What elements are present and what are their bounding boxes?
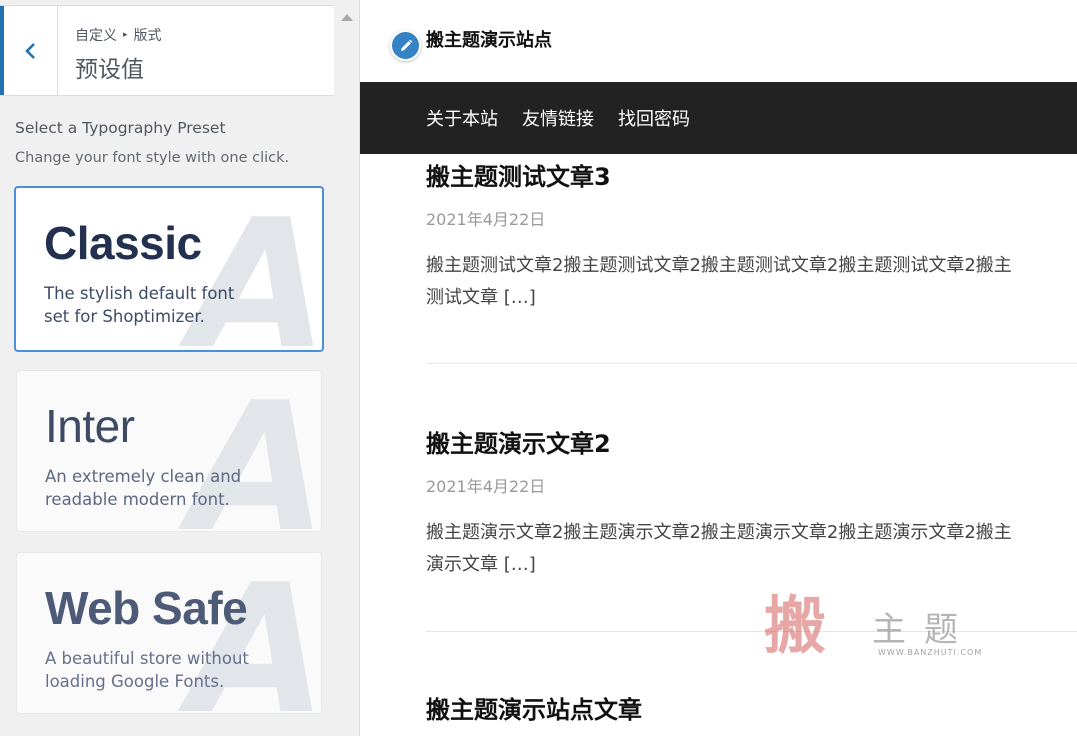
back-button[interactable] xyxy=(0,6,58,95)
post-date: 2021年4月22日 xyxy=(426,210,546,229)
post-excerpt: 搬主题演示文章2搬主题演示文章2搬主题演示文章2搬主题演示文章2搬主 演示文章 … xyxy=(426,517,1077,581)
scroll-up-arrow-icon[interactable] xyxy=(341,14,353,21)
post-divider xyxy=(426,363,1077,364)
post-item: 搬主题演示站点文章 xyxy=(426,690,1077,725)
post-divider xyxy=(426,631,1077,632)
post-date: 2021年4月22日 xyxy=(426,477,546,496)
post-item: 搬主题演示文章2 2021年4月22日 搬主题演示文章2搬主题演示文章2搬主题演… xyxy=(426,424,1077,581)
site-header: 搬主题演示站点 xyxy=(360,0,1077,82)
site-watermark-logo: 搬 主题 WWW.BANZHUTI.COM xyxy=(764,592,1004,664)
breadcrumb-parent: 自定义 xyxy=(75,28,117,44)
preset-description: The stylish default font set for Shoptim… xyxy=(44,284,235,326)
breadcrumb: 自定义 ▸ 版式 xyxy=(75,25,162,45)
pencil-icon xyxy=(400,39,412,51)
post-title-link[interactable]: 搬主题测试文章3 xyxy=(426,157,1077,192)
preset-watermark-letter: A xyxy=(190,186,324,352)
nav-link-about[interactable]: 关于本站 xyxy=(426,105,498,131)
post-excerpt-line: 演示文章 […] xyxy=(426,554,536,575)
primary-navigation: 关于本站 友情链接 找回密码 xyxy=(360,82,1077,154)
section-header: 自定义 ▸ 版式 预设值 xyxy=(0,6,334,96)
edit-shortcut-pencil-icon[interactable] xyxy=(390,30,421,61)
site-preview: 搬主题演示站点 关于本站 友情链接 找回密码 搬主题测试文章3 2021年4月2… xyxy=(360,0,1077,736)
post-item: 搬主题测试文章3 2021年4月22日 搬主题测试文章2搬主题测试文章2搬主题测… xyxy=(426,157,1077,314)
post-excerpt-line: 搬主题测试文章2搬主题测试文章2搬主题测试文章2搬主题测试文章2搬主 xyxy=(426,255,1012,276)
site-title[interactable]: 搬主题演示站点 xyxy=(426,26,552,52)
nav-link-recover-password[interactable]: 找回密码 xyxy=(618,105,690,131)
post-title-link[interactable]: 搬主题演示站点文章 xyxy=(426,690,1077,725)
watermark-seal: 搬 xyxy=(764,589,827,662)
panel-scrollbar[interactable] xyxy=(334,0,359,96)
control-description: Change your font style with one click. xyxy=(15,150,290,166)
breadcrumb-child: 版式 xyxy=(133,28,162,44)
section-title: 预设值 xyxy=(75,57,144,83)
preset-classic[interactable]: A Classic The stylish default font set f… xyxy=(14,186,324,352)
preset-name: Web Safe xyxy=(45,582,248,634)
nav-link-friend-links[interactable]: 友情链接 xyxy=(522,105,594,131)
post-excerpt: 搬主题测试文章2搬主题测试文章2搬主题测试文章2搬主题测试文章2搬主 测试文章 … xyxy=(426,250,1077,314)
preset-name: Inter xyxy=(45,400,135,452)
preset-inter[interactable]: A Inter An extremely clean and readable … xyxy=(16,370,322,532)
preset-description: An extremely clean and readable modern f… xyxy=(45,467,242,509)
customizer-panel: 自定义 ▸ 版式 预设值 Select a Typography Preset … xyxy=(0,0,360,736)
preset-web-safe[interactable]: A Web Safe A beautiful store without loa… xyxy=(16,552,322,714)
chevron-left-icon xyxy=(24,42,35,59)
post-title-link[interactable]: 搬主题演示文章2 xyxy=(426,424,1077,459)
watermark-text: 主题 xyxy=(872,610,976,650)
watermark-url: WWW.BANZHUTI.COM xyxy=(878,648,983,657)
post-excerpt-line: 测试文章 […] xyxy=(426,287,536,308)
post-excerpt-line: 搬主题演示文章2搬主题演示文章2搬主题演示文章2搬主题演示文章2搬主 xyxy=(426,522,1012,543)
preset-name: Classic xyxy=(44,217,202,269)
breadcrumb-separator-icon: ▸ xyxy=(123,30,128,40)
preset-description: A beautiful store without loading Google… xyxy=(45,649,249,691)
control-title: Select a Typography Preset xyxy=(15,119,226,137)
